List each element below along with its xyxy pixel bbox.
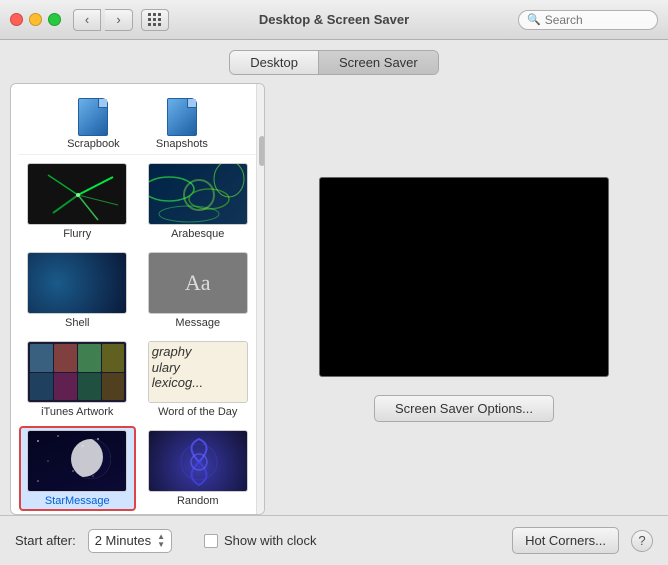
- shell-label: Shell: [65, 317, 89, 329]
- list-item[interactable]: StarMessage: [19, 426, 136, 511]
- back-button[interactable]: ‹: [73, 9, 101, 31]
- right-panel: Screen Saver Options...: [265, 83, 658, 515]
- forward-button[interactable]: ›: [105, 9, 133, 31]
- search-box[interactable]: 🔍: [518, 10, 658, 30]
- segment-control: Desktop Screen Saver: [229, 50, 438, 75]
- scrollbar-thumb[interactable]: [259, 136, 265, 166]
- snapshots-item[interactable]: Snapshots: [156, 98, 208, 150]
- left-panel: Scrapbook Snapshots: [10, 83, 265, 515]
- list-item[interactable]: iTunes Artwork: [19, 337, 136, 422]
- scrapbook-item[interactable]: Scrapbook: [67, 98, 120, 150]
- flurry-thumbnail: [27, 163, 127, 225]
- top-icons-row: Scrapbook Snapshots: [19, 92, 256, 155]
- random-thumbnail: [148, 430, 248, 492]
- minimize-button[interactable]: [29, 13, 42, 26]
- main-content: Scrapbook Snapshots: [0, 83, 668, 515]
- shell-thumbnail: [27, 252, 127, 314]
- hot-corners-button[interactable]: Hot Corners...: [512, 527, 619, 554]
- window-title: Desktop & Screen Saver: [259, 12, 409, 27]
- stepper-arrows[interactable]: ▲ ▼: [157, 533, 165, 549]
- scrapbook-icon: [78, 98, 108, 136]
- itunes-thumbnail: [27, 341, 127, 403]
- tab-screen-saver[interactable]: Screen Saver: [319, 51, 438, 74]
- show-with-clock-checkbox[interactable]: [204, 534, 218, 548]
- snapshots-label: Snapshots: [156, 138, 208, 150]
- close-button[interactable]: [10, 13, 23, 26]
- search-icon: 🔍: [527, 13, 541, 26]
- bottom-bar: Start after: 2 Minutes ▲ ▼ Show with clo…: [0, 515, 668, 565]
- grid-icon: [148, 13, 162, 27]
- title-bar: ‹ › Desktop & Screen Saver 🔍: [0, 0, 668, 40]
- options-button[interactable]: Screen Saver Options...: [374, 395, 554, 422]
- scrollbar[interactable]: [256, 84, 264, 514]
- search-input[interactable]: [545, 13, 649, 27]
- wordofday-label: Word of the Day: [158, 406, 237, 418]
- saver-grid: Flurry Arabesque: [19, 159, 256, 511]
- grid-view-button[interactable]: [141, 9, 169, 31]
- flurry-label: Flurry: [63, 228, 91, 240]
- tab-desktop[interactable]: Desktop: [230, 51, 319, 74]
- traffic-lights: [10, 13, 61, 26]
- show-with-clock-label: Show with clock: [224, 533, 316, 548]
- arabesque-thumbnail: [148, 163, 248, 225]
- list-item[interactable]: Flurry: [19, 159, 136, 244]
- message-label: Message: [175, 317, 220, 329]
- list-item[interactable]: Shell: [19, 248, 136, 333]
- list-item[interactable]: Aa Message: [140, 248, 257, 333]
- help-button[interactable]: ?: [631, 530, 653, 552]
- message-thumbnail: Aa: [148, 252, 248, 314]
- start-after-dropdown[interactable]: 2 Minutes ▲ ▼: [88, 529, 172, 553]
- arabesque-label: Arabesque: [171, 228, 224, 240]
- snapshots-icon: [167, 98, 197, 136]
- random-label: Random: [177, 495, 219, 507]
- starmessage-label: StarMessage: [45, 495, 110, 507]
- list-item[interactable]: Arabesque: [140, 159, 257, 244]
- list-item[interactable]: Random: [140, 426, 257, 511]
- itunes-label: iTunes Artwork: [41, 406, 113, 418]
- maximize-button[interactable]: [48, 13, 61, 26]
- starmessage-thumbnail: [27, 430, 127, 492]
- start-after-label: Start after:: [15, 533, 76, 548]
- scrapbook-label: Scrapbook: [67, 138, 120, 150]
- list-item[interactable]: graphyularylexicog... Word of the Day: [140, 337, 257, 422]
- nav-buttons: ‹ ›: [73, 9, 133, 31]
- show-with-clock-area: Show with clock: [204, 533, 316, 548]
- stepper-down-icon[interactable]: ▼: [157, 541, 165, 549]
- segment-row: Desktop Screen Saver: [0, 40, 668, 83]
- start-after-value: 2 Minutes: [95, 533, 151, 548]
- wordofday-thumbnail: graphyularylexicog...: [148, 341, 248, 403]
- preview-area: [319, 177, 609, 377]
